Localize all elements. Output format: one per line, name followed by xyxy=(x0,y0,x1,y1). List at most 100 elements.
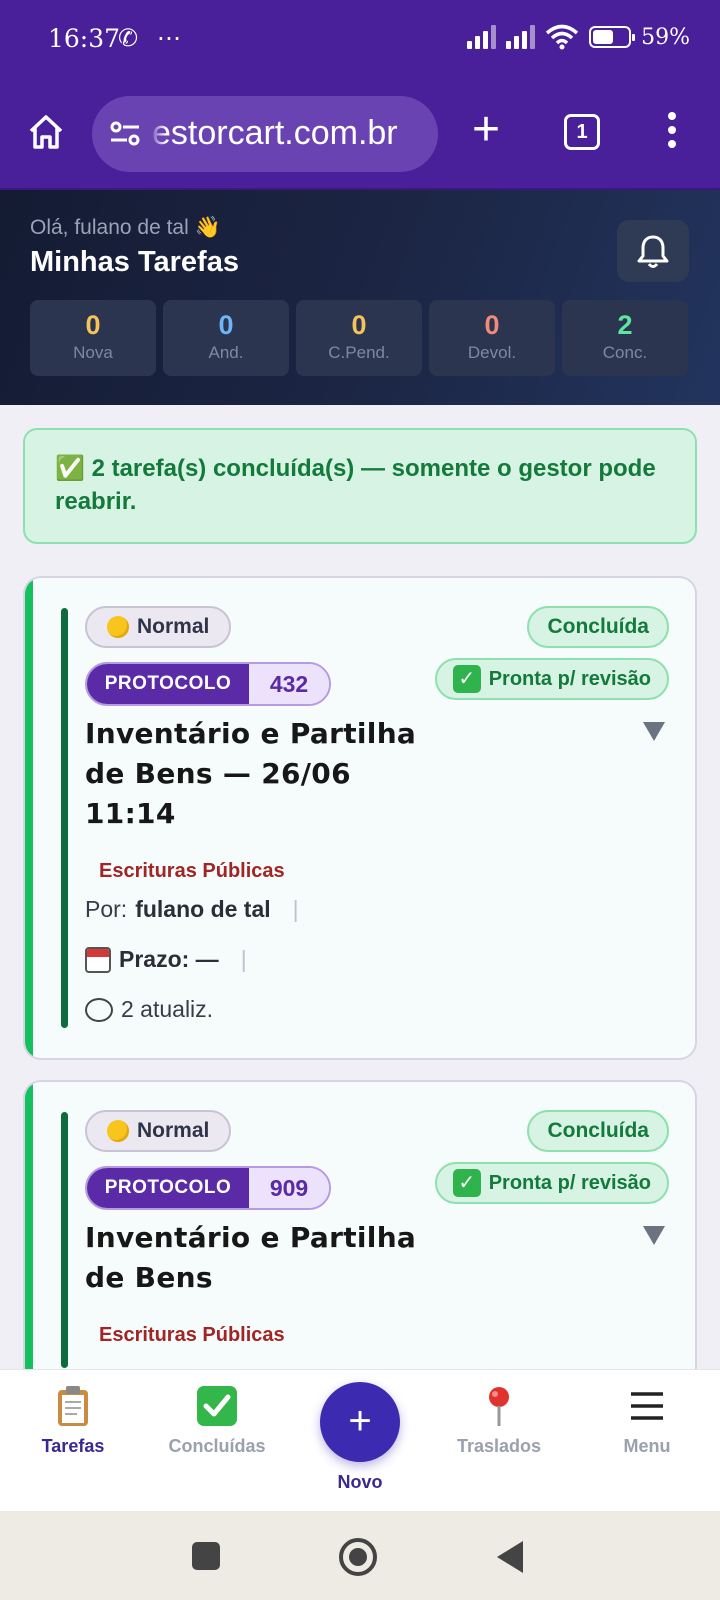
protocol-number: 432 xyxy=(249,664,329,704)
wifi-icon xyxy=(545,24,579,50)
task-title: Inventário e Partilha de Bens — 26/06 11… xyxy=(85,717,417,830)
nav-label: Tarefas xyxy=(41,1436,105,1456)
protocol-number: 909 xyxy=(249,1168,329,1208)
battery-icon xyxy=(589,26,636,48)
stat-andamento[interactable]: 0 And. xyxy=(163,300,289,376)
new-tab-icon[interactable]: + xyxy=(466,106,506,154)
nav-label: Novo xyxy=(337,1472,383,1492)
tab-switcher-button[interactable]: 1 xyxy=(564,114,600,150)
battery-percent: 59% xyxy=(641,24,690,50)
protocol-label: PROTOCOLO xyxy=(87,664,249,704)
yellow-circle-icon xyxy=(107,1120,129,1142)
deadline-line: Prazo: — | xyxy=(85,946,247,973)
author-prefix: Por: xyxy=(85,896,128,922)
home-circle-icon[interactable] xyxy=(339,1538,377,1576)
stat-label: C.Pend. xyxy=(328,343,390,362)
app-header: Olá, fulano de tal 👋 Minhas Tarefas 0 No… xyxy=(0,190,720,405)
author-line: Por: fulano de tal | xyxy=(85,896,299,923)
stat-devolvida[interactable]: 0 Devol. xyxy=(429,300,555,376)
check-mark-button-icon: ✓ xyxy=(452,665,481,693)
review-label: Pronta p/ revisão xyxy=(488,667,651,690)
nav-concluidas[interactable]: Concluídas xyxy=(152,1384,282,1457)
author-name: fulano de tal xyxy=(135,896,271,922)
review-badge: ✓ Pronta p/ revisão xyxy=(434,658,669,700)
priority-label: Normal xyxy=(137,1119,210,1142)
stat-value: 2 xyxy=(617,310,633,340)
notification-icons: ✆ ⋯ xyxy=(118,25,187,52)
separator: | xyxy=(292,896,299,922)
round-pushpin-icon xyxy=(489,1387,509,1426)
page-title: Minhas Tarefas xyxy=(30,246,239,278)
greeting: Olá, fulano de tal 👋 xyxy=(30,216,221,239)
deadline-text: Prazo: — xyxy=(119,946,219,972)
check-mark-icon: ✅ xyxy=(55,455,85,482)
status-badge: Concluída xyxy=(527,1110,669,1152)
signal-icon xyxy=(467,25,497,49)
yellow-circle-icon xyxy=(107,616,129,638)
system-nav-bar xyxy=(0,1511,720,1600)
site-settings-icon[interactable] xyxy=(110,120,140,148)
task-card[interactable]: Normal Concluída PROTOCOLO 432 ✓ Pronta … xyxy=(23,576,697,1060)
card-accent-bar xyxy=(61,1112,68,1368)
speech-balloon-icon xyxy=(85,997,113,1022)
expand-chevron-icon[interactable] xyxy=(643,1226,665,1245)
stat-value: 0 xyxy=(218,310,234,340)
expand-chevron-icon[interactable] xyxy=(643,722,665,741)
stat-label: Conc. xyxy=(602,343,648,362)
notifications-button[interactable] xyxy=(617,220,689,282)
nav-label: Concluídas xyxy=(168,1436,266,1456)
nav-label: Traslados xyxy=(456,1436,542,1456)
new-task-button[interactable]: + xyxy=(320,1382,400,1462)
back-icon[interactable] xyxy=(497,1541,523,1573)
more-options-icon[interactable] xyxy=(666,112,678,152)
recents-icon[interactable] xyxy=(192,1542,220,1570)
task-category: Escrituras Públicas xyxy=(99,1324,285,1346)
hamburger-menu-icon xyxy=(631,1392,663,1420)
stat-value: 0 xyxy=(85,310,101,340)
alert-text: 2 tarefa(s) concluída(s) — somente o ges… xyxy=(55,455,656,515)
stat-label: Nova xyxy=(73,343,113,362)
nav-menu[interactable]: Menu xyxy=(582,1384,712,1457)
priority-badge: Normal xyxy=(85,606,232,648)
calendar-icon xyxy=(85,946,111,973)
bell-icon xyxy=(637,235,669,268)
check-mark-button-icon: ✓ xyxy=(452,1169,481,1197)
home-icon[interactable] xyxy=(26,112,66,152)
task-card[interactable]: Normal Concluída PROTOCOLO 909 ✓ Pronta … xyxy=(23,1080,697,1400)
nav-tarefas[interactable]: Tarefas xyxy=(8,1384,138,1457)
stat-concluida[interactable]: 2 Conc. xyxy=(562,300,688,376)
url-bar[interactable]: estorcart.com.br xyxy=(92,96,438,172)
stat-label: Devol. xyxy=(467,343,517,362)
stat-nova[interactable]: 0 Nova xyxy=(30,300,156,376)
bottom-nav: Tarefas Concluídas + Novo Traslados Menu xyxy=(0,1369,720,1511)
protocol-label: PROTOCOLO xyxy=(87,1168,249,1208)
signal-icon-2 xyxy=(506,25,536,49)
status-badge: Concluída xyxy=(527,606,669,648)
protocol-badge: PROTOCOLO 909 xyxy=(85,1166,331,1210)
status-right: 59% xyxy=(467,24,690,50)
stats-row: 0 Nova 0 And. 0 C.Pend. 0 Devol. 2 Conc. xyxy=(30,300,688,376)
completed-alert: ✅ 2 tarefa(s) concluída(s) — somente o g… xyxy=(23,428,697,544)
task-title: Inventário e Partilha de Bens xyxy=(85,1221,417,1294)
card-accent-bar xyxy=(61,608,68,1028)
url-fade xyxy=(150,110,166,158)
browser-toolbar: estorcart.com.br + 1 xyxy=(0,82,720,190)
stat-value: 0 xyxy=(484,310,500,340)
priority-label: Normal xyxy=(137,615,210,638)
clipboard-icon xyxy=(58,1386,88,1426)
separator: | xyxy=(240,946,247,972)
priority-badge: Normal xyxy=(85,1110,232,1152)
stat-c-pend[interactable]: 0 C.Pend. xyxy=(296,300,422,376)
task-category: Escrituras Públicas xyxy=(99,860,285,882)
stat-label: And. xyxy=(208,343,244,362)
nav-traslados[interactable]: Traslados xyxy=(434,1384,564,1457)
updates-text: 2 atualiz. xyxy=(121,996,214,1022)
url-text: estorcart.com.br xyxy=(152,114,398,152)
review-label: Pronta p/ revisão xyxy=(488,1171,651,1194)
check-mark-button-icon xyxy=(197,1386,237,1426)
updates-line: 2 atualiz. xyxy=(85,996,213,1023)
review-badge: ✓ Pronta p/ revisão xyxy=(434,1162,669,1204)
stat-value: 0 xyxy=(351,310,367,340)
protocol-badge: PROTOCOLO 432 xyxy=(85,662,331,706)
status-bar: 16:37 ✆ ⋯ 59% xyxy=(0,0,720,82)
